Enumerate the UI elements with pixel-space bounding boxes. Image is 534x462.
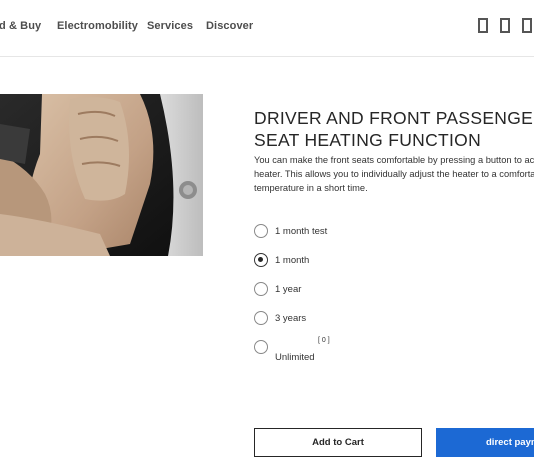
option-label: 1 month test <box>275 226 328 237</box>
nav-item-find-buy[interactable]: d & Buy <box>0 20 41 32</box>
rectangle-icon[interactable] <box>478 18 488 33</box>
radio-button[interactable] <box>254 340 268 354</box>
option-label: 1 year <box>275 284 302 295</box>
top-navigation: d & Buy Electromobility Services Discove… <box>0 0 534 57</box>
product-description: You can make the front seats comfortable… <box>254 155 534 194</box>
rectangle-icon[interactable] <box>522 18 532 33</box>
nav-item-electromobility[interactable]: Electromobility <box>57 20 138 32</box>
radio-button[interactable] <box>254 282 268 296</box>
nav-item-discover[interactable]: Discover <box>206 20 253 32</box>
option-label: 1 month <box>275 255 310 266</box>
footnote-reference[interactable]: [ 0 ] <box>318 337 330 344</box>
page-title: DRIVER AND FRONT PASSENGE SEAT HEATING F… <box>254 107 534 150</box>
rectangle-icon[interactable] <box>500 18 510 33</box>
direct-payment-button[interactable]: direct paym <box>436 428 534 457</box>
option-label: Unlimited <box>275 352 315 363</box>
option-label: 3 years <box>275 313 307 324</box>
radio-button[interactable] <box>254 224 268 238</box>
add-to-cart-button[interactable]: Add to Cart <box>254 428 422 457</box>
nav-item-services[interactable]: Services <box>147 20 193 32</box>
radio-button-selected[interactable] <box>254 253 268 267</box>
car-seat-photo <box>0 94 203 256</box>
radio-button[interactable] <box>254 311 268 325</box>
